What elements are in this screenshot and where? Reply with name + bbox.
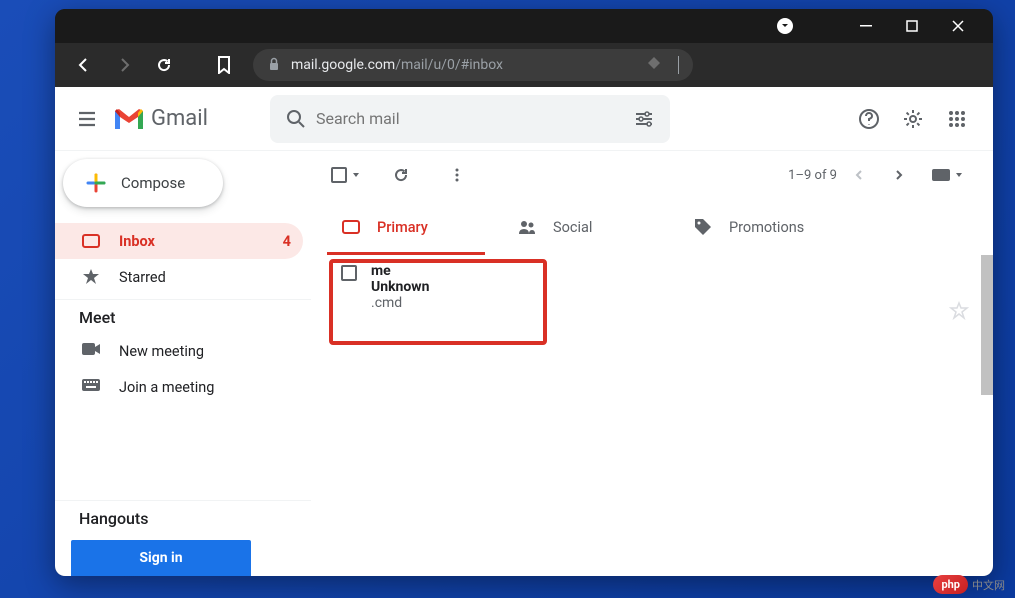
hangouts-section: Hangouts Sign in [55, 496, 311, 576]
signin-button[interactable]: Sign in [71, 540, 251, 576]
tag-icon [693, 217, 713, 237]
people-icon [517, 217, 537, 237]
join-meeting-button[interactable]: Join a meeting [55, 369, 311, 405]
email-snippet: .cmd [371, 295, 949, 311]
search-icon[interactable] [276, 99, 316, 139]
forward-button[interactable] [107, 48, 141, 82]
tab-label: Social [553, 219, 592, 236]
sidebar: Compose Inbox 4 Starred Meet [55, 151, 311, 576]
compose-icon [85, 172, 107, 194]
inbox-icon [81, 232, 101, 250]
watermark-text: 中文网 [972, 577, 1005, 593]
gmail-logo-icon [113, 107, 145, 131]
bookmark-button[interactable] [207, 48, 241, 82]
email-row[interactable]: me Unknown .cmd [327, 255, 993, 333]
gmail-app: Gmail [55, 87, 993, 576]
star-button[interactable] [949, 301, 969, 325]
main-menu-button[interactable] [63, 95, 111, 143]
refresh-button[interactable] [381, 155, 421, 195]
php-badge: php [933, 575, 968, 594]
email-content: me Unknown .cmd [371, 263, 949, 311]
browser-window: mail.google.com/mail/u/0/#inbox G [55, 9, 993, 576]
settings-button[interactable] [893, 99, 933, 139]
reload-button[interactable] [147, 48, 181, 82]
gmail-logo[interactable]: Gmail [113, 106, 208, 131]
cursor-indicator [678, 56, 679, 74]
star-icon [81, 268, 101, 286]
header-actions [849, 99, 985, 139]
keyboard-icon [81, 378, 101, 396]
camera-icon [81, 341, 101, 361]
more-button[interactable] [437, 155, 477, 195]
compose-button[interactable]: Compose [63, 159, 223, 207]
watermark: php 中文网 [933, 575, 1005, 594]
input-tools-button[interactable] [929, 157, 965, 193]
sidebar-item-starred[interactable]: Starred [55, 259, 303, 295]
maximize-button[interactable] [889, 10, 935, 42]
select-all-checkbox[interactable] [327, 163, 365, 187]
compose-label: Compose [121, 174, 185, 192]
tab-label: Primary [377, 219, 428, 236]
chevron-down-icon [351, 170, 361, 180]
next-page-button[interactable] [881, 157, 917, 193]
lock-icon [267, 56, 281, 75]
meet-section-title: Meet [55, 299, 311, 333]
tab-primary[interactable]: Primary [327, 199, 503, 255]
title-bar [55, 9, 993, 43]
tab-indicator-icon[interactable] [777, 18, 793, 34]
gmail-body: Compose Inbox 4 Starred Meet [55, 151, 993, 576]
close-button[interactable] [935, 10, 981, 42]
browser-nav-bar: mail.google.com/mail/u/0/#inbox [55, 43, 993, 87]
back-button[interactable] [67, 48, 101, 82]
meet-item-label: New meeting [119, 343, 204, 360]
help-button[interactable] [849, 99, 889, 139]
url-text: mail.google.com/mail/u/0/#inbox [291, 57, 503, 73]
pagination: 1–9 of 9 [788, 157, 965, 193]
search-input[interactable] [316, 109, 624, 128]
toolbar: 1–9 of 9 [327, 151, 993, 199]
inbox-icon [341, 217, 361, 237]
gmail-logo-text: Gmail [151, 106, 208, 131]
tab-label: Promotions [729, 219, 804, 236]
sidebar-item-inbox[interactable]: Inbox 4 [55, 223, 303, 259]
pagination-text: 1–9 of 9 [788, 168, 837, 183]
sidebar-item-label: Inbox [119, 233, 265, 250]
inbox-count: 4 [283, 233, 291, 250]
new-meeting-button[interactable]: New meeting [55, 333, 311, 369]
scrollbar[interactable] [981, 255, 993, 395]
prev-page-button[interactable] [841, 157, 877, 193]
sidebar-item-label: Starred [119, 269, 291, 286]
category-tabs: Primary Social Promotions [327, 199, 993, 255]
email-checkbox[interactable] [341, 265, 357, 281]
gmail-header: Gmail [55, 87, 993, 151]
search-box[interactable] [270, 95, 670, 143]
apps-button[interactable] [937, 99, 977, 139]
email-list: me Unknown .cmd [327, 255, 993, 576]
checkbox-icon [331, 167, 347, 183]
minimize-button[interactable] [843, 10, 889, 42]
email-subject: Unknown [371, 279, 949, 295]
meet-item-label: Join a meeting [119, 379, 214, 396]
email-sender: me [371, 263, 949, 279]
tab-promotions[interactable]: Promotions [679, 199, 855, 255]
search-options-icon[interactable] [624, 99, 664, 139]
main-content: 1–9 of 9 [311, 151, 993, 576]
tab-social[interactable]: Social [503, 199, 679, 255]
address-bar[interactable]: mail.google.com/mail/u/0/#inbox [253, 49, 693, 81]
hangouts-title: Hangouts [55, 500, 311, 534]
reader-icon[interactable] [646, 55, 662, 75]
